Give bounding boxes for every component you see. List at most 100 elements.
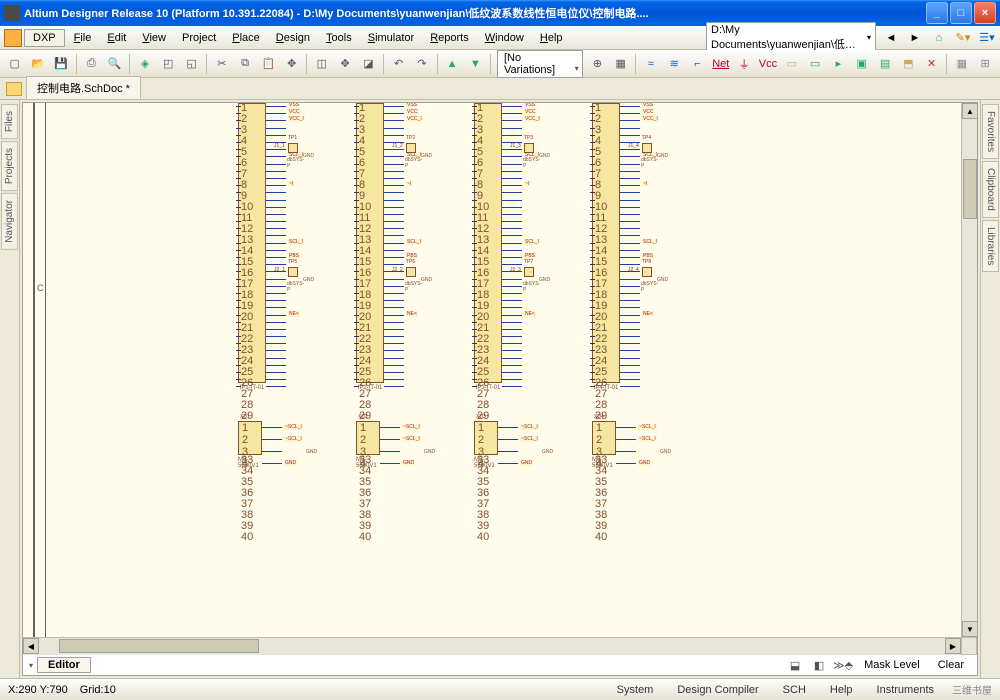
panel-tab-libraries[interactable]: Libraries — [982, 220, 999, 272]
vcc-power-icon[interactable]: Vcc — [759, 54, 777, 74]
menu-project[interactable]: Project — [175, 30, 223, 46]
menu-window[interactable]: Window — [478, 30, 531, 46]
home-icon[interactable]: ⌂ — [930, 29, 948, 47]
vertical-scrollbar[interactable]: ▲ ▼ — [961, 103, 977, 637]
menu-file[interactable]: File — [67, 30, 99, 46]
menu-design[interactable]: Design — [269, 30, 317, 46]
schematic-component-small[interactable]: XD41234~SCL_I~SCL_IGNDGNDMB-5600V1 — [592, 421, 616, 469]
new-icon[interactable]: ▢ — [6, 54, 23, 74]
port-icon[interactable]: ⬒ — [900, 54, 917, 74]
menu-help[interactable]: Help — [533, 30, 570, 46]
undo-icon[interactable]: ↶ — [390, 54, 407, 74]
status-link-help[interactable]: Help — [824, 682, 859, 698]
scroll-down-icon[interactable]: ▼ — [962, 621, 978, 637]
main-area: Files Projects Navigator C 1234567891011… — [0, 100, 1000, 678]
nav-back-icon[interactable]: ◄ — [882, 29, 900, 47]
hscroll-thumb[interactable] — [59, 639, 259, 653]
main-toolbar: ▢ 📂 💾 ⎙ 🔍 ◈ ◰ ◱ ✂ ⧉ 📋 ✥ ◫ ✥ ◪ ↶ ↷ ▲ ▼ [N… — [0, 50, 1000, 78]
document-tab[interactable]: 控制电路.SchDoc * — [26, 76, 141, 99]
status-grid: Grid:10 — [80, 684, 116, 696]
zoom-select-icon[interactable]: ◱ — [183, 54, 200, 74]
sheet-symbol-icon[interactable]: ▭ — [806, 54, 823, 74]
redo-icon[interactable]: ↷ — [413, 54, 430, 74]
scroll-right-icon[interactable]: ▶ — [945, 638, 961, 654]
harness-icon[interactable]: ▤ — [876, 54, 893, 74]
panel-tab-projects[interactable]: Projects — [1, 141, 18, 191]
cross-probe-icon[interactable]: ⊕ — [589, 54, 606, 74]
folder-icon[interactable] — [6, 82, 22, 96]
schematic-component[interactable]: 1234567891011121314151617181920212223242… — [238, 103, 266, 391]
status-link-system[interactable]: System — [611, 682, 660, 698]
hierarchy-up-icon[interactable]: ▲ — [443, 54, 460, 74]
status-link-instruments[interactable]: Instruments — [871, 682, 940, 698]
status-link-sch[interactable]: SCH — [777, 682, 812, 698]
menu-reports[interactable]: Reports — [423, 30, 476, 46]
dxp-icon[interactable] — [4, 29, 22, 47]
panel-tab-navigator[interactable]: Navigator — [1, 193, 18, 250]
wire-icon[interactable]: ≈ — [642, 54, 659, 74]
nav-fwd-icon[interactable]: ► — [906, 29, 924, 47]
schematic-component-small[interactable]: XD11234~SCL_I~SCL_IGNDGNDMB-5600V1 — [238, 421, 262, 469]
maximize-button[interactable]: □ — [950, 2, 972, 24]
bus-icon[interactable]: ≋ — [666, 54, 683, 74]
gnd-power-icon[interactable]: ⏚ — [735, 54, 752, 74]
highlight-pen-icon[interactable]: ✎▾ — [954, 29, 972, 47]
minimize-button[interactable]: _ — [926, 2, 948, 24]
move-icon[interactable]: ✥ — [337, 54, 354, 74]
schematic-component-small[interactable]: XD31234~SCL_I~SCL_IGNDGNDMB-5600V1 — [474, 421, 498, 469]
sheet-entry-icon[interactable]: ▸ — [830, 54, 847, 74]
filter-icon[interactable]: ☰▾ — [978, 29, 996, 47]
recent-path-combo[interactable]: D:\My Documents\yuanwenjian\低…▾ — [706, 22, 876, 54]
cut-icon[interactable]: ✂ — [213, 54, 230, 74]
save-icon[interactable]: 💾 — [53, 54, 70, 74]
vscroll-thumb[interactable] — [963, 159, 977, 219]
schematic-component[interactable]: 1234567891011121314151617181920212223242… — [592, 103, 620, 391]
select-icon[interactable]: ◫ — [313, 54, 330, 74]
horizontal-scrollbar[interactable]: ◀ ▶ — [23, 637, 961, 655]
dxp-menu[interactable]: DXP — [24, 29, 65, 47]
zoom-fit-icon[interactable]: ◈ — [136, 54, 153, 74]
scroll-left-icon[interactable]: ◀ — [23, 638, 39, 654]
mask-toggle-icon[interactable]: ≫⬘ — [833, 657, 853, 673]
schematic-component[interactable]: 1234567891011121314151617181920212223242… — [356, 103, 384, 391]
device-sheet-icon[interactable]: ▣ — [853, 54, 870, 74]
editor-tab[interactable]: Editor — [37, 657, 91, 673]
hierarchy-down-icon[interactable]: ▼ — [467, 54, 484, 74]
mask-level-button[interactable]: Mask Level — [857, 657, 927, 673]
copy-icon[interactable]: ⧉ — [236, 54, 253, 74]
menu-place[interactable]: Place — [225, 30, 267, 46]
tab-list-dropdown-icon[interactable]: ▾ — [29, 661, 33, 670]
open-icon[interactable]: 📂 — [29, 54, 46, 74]
bus-entry-icon[interactable]: ⌐ — [689, 54, 706, 74]
align-icon[interactable]: ⊞ — [976, 54, 993, 74]
status-link-design-compiler[interactable]: Design Compiler — [671, 682, 764, 698]
zoom-area-icon[interactable]: ◰ — [160, 54, 177, 74]
rubber-stamp-icon[interactable]: ✥ — [283, 54, 300, 74]
split-h-icon[interactable]: ⬓ — [785, 657, 805, 673]
menu-tools[interactable]: Tools — [319, 30, 359, 46]
scroll-up-icon[interactable]: ▲ — [962, 103, 978, 119]
deselect-icon[interactable]: ◪ — [360, 54, 377, 74]
clear-button[interactable]: Clear — [931, 657, 971, 673]
schematic-canvas[interactable]: C 12345678910111213141516171819202122232… — [23, 103, 961, 637]
menu-bar: DXP File Edit View Project Place Design … — [0, 26, 1000, 50]
menu-edit[interactable]: Edit — [100, 30, 133, 46]
panel-tab-files[interactable]: Files — [1, 104, 18, 139]
panel-tab-clipboard[interactable]: Clipboard — [982, 161, 999, 218]
menu-simulator[interactable]: Simulator — [361, 30, 421, 46]
variations-combo[interactable]: [No Variations] — [497, 50, 583, 78]
print-icon[interactable]: ⎙ — [83, 54, 100, 74]
schematic-component-small[interactable]: XD21234~SCL_I~SCL_IGNDGNDMB-5600V1 — [356, 421, 380, 469]
place-part-icon[interactable]: ▭ — [783, 54, 800, 74]
close-button[interactable]: × — [974, 2, 996, 24]
array-icon[interactable]: ▦ — [953, 54, 970, 74]
browse-icon[interactable]: ▦ — [612, 54, 629, 74]
no-erc-icon[interactable]: ✕ — [923, 54, 940, 74]
split-v-icon[interactable]: ◧ — [809, 657, 829, 673]
paste-icon[interactable]: 📋 — [260, 54, 277, 74]
menu-view[interactable]: View — [135, 30, 173, 46]
panel-tab-favorites[interactable]: Favorites — [982, 104, 999, 159]
net-label-icon[interactable]: Net — [712, 54, 729, 74]
schematic-component[interactable]: 1234567891011121314151617181920212223242… — [474, 103, 502, 391]
preview-icon[interactable]: 🔍 — [106, 54, 123, 74]
